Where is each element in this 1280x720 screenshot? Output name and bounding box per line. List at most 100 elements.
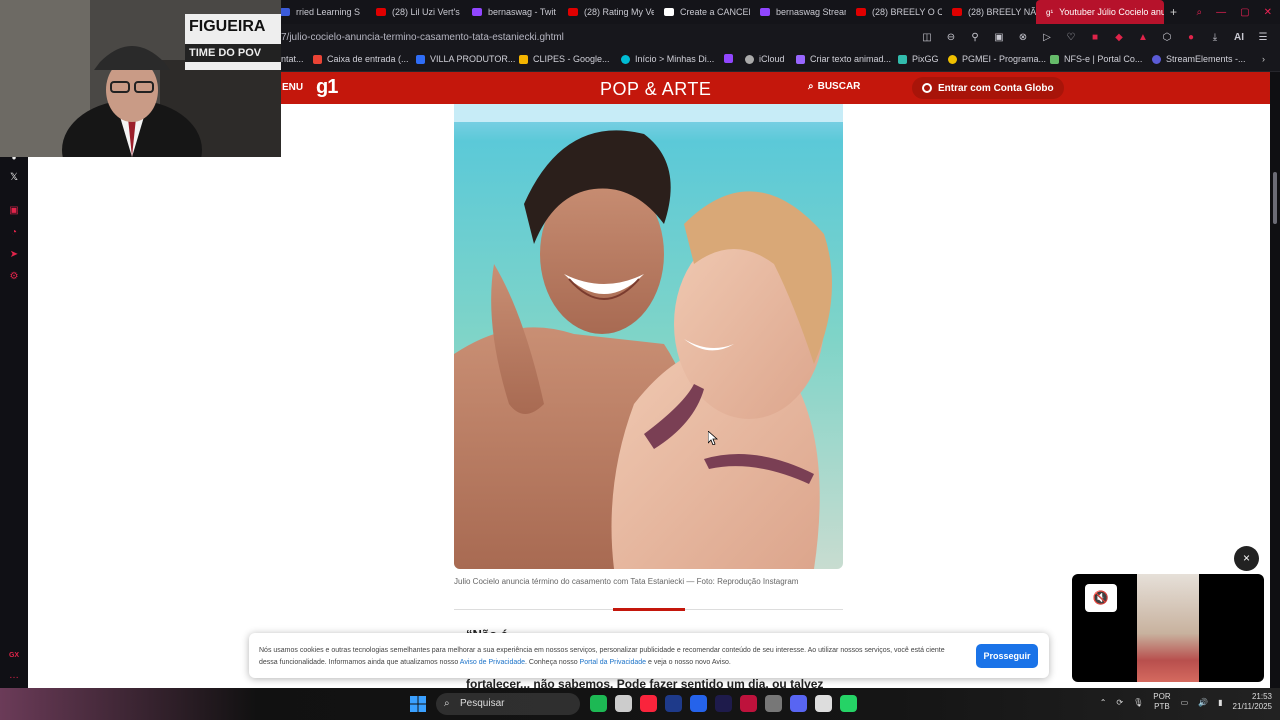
bookmark-0[interactable]: ntat... bbox=[281, 54, 304, 64]
bookmark-icloud[interactable]: iCloud bbox=[745, 54, 785, 64]
tab-favicon-icon bbox=[664, 8, 674, 16]
download-icon[interactable]: ⤓ bbox=[1208, 32, 1222, 43]
tab-4[interactable]: Create a CANCEL bbox=[654, 0, 750, 24]
tab-6[interactable]: (28) BREELY O CA bbox=[846, 0, 942, 24]
browser-sidebar: ● 𝕏 ▣ ◔ ➤ ⚙ GX … bbox=[0, 72, 28, 688]
mouse-cursor-icon bbox=[708, 431, 718, 445]
history-icon[interactable]: ◔ bbox=[8, 227, 20, 239]
steam-icon[interactable] bbox=[765, 695, 782, 712]
split-view-icon[interactable]: ◫ bbox=[920, 32, 934, 43]
obs-icon[interactable] bbox=[815, 695, 832, 712]
more-icon[interactable]: … bbox=[8, 670, 20, 682]
bookmark-inicio[interactable]: Início > Minhas Di... bbox=[621, 54, 714, 64]
sync-icon[interactable]: ⟳ bbox=[1116, 698, 1123, 707]
system-tray: ⌃ ⟳ 🎙 POR PTB ▭ 🔊 ▮ 21:53 21/11/2025 bbox=[1100, 692, 1272, 712]
pin-icon[interactable]: ⚲ bbox=[968, 32, 982, 43]
send-icon[interactable]: ▷ bbox=[1040, 32, 1054, 43]
display-icon[interactable]: ▭ bbox=[1181, 698, 1189, 707]
search-button[interactable]: ⌕ BUSCAR bbox=[808, 81, 860, 92]
clock[interactable]: 21:53 21/11/2025 bbox=[1233, 692, 1272, 712]
search-icon: ⌕ bbox=[808, 81, 814, 92]
g1-logo[interactable]: g1 bbox=[316, 76, 338, 99]
cookie-text: Nós usamos cookies e outras tecnologias … bbox=[259, 647, 945, 666]
login-button[interactable]: Entrar com Conta Globo bbox=[912, 77, 1064, 99]
page-scrollbar[interactable] bbox=[1270, 72, 1280, 688]
bookmark-pixgg[interactable]: PixGG bbox=[898, 54, 939, 64]
bookmark-drive[interactable]: CLIPES - Google... bbox=[519, 54, 610, 64]
zoom-icon[interactable]: ⊖ bbox=[944, 32, 958, 43]
spotify-icon[interactable] bbox=[590, 695, 607, 712]
mini-video-player[interactable]: 🔇 bbox=[1072, 574, 1264, 682]
whatsapp-icon[interactable] bbox=[840, 695, 857, 712]
tab-label: rried Learning S bbox=[296, 7, 361, 17]
bookmark-pgmei[interactable]: PGMEI - Programa... bbox=[948, 54, 1046, 64]
privacy-notice-link[interactable]: Aviso de Privacidade bbox=[460, 659, 525, 666]
menu-button[interactable]: ENU bbox=[282, 82, 303, 93]
tab-favicon-icon bbox=[568, 8, 578, 16]
messenger-icon[interactable] bbox=[665, 695, 682, 712]
send-icon[interactable]: ➤ bbox=[8, 249, 20, 261]
bookmark-trello[interactable]: VILLA PRODUTOR... bbox=[416, 54, 515, 64]
menu-icon[interactable]: ☰ bbox=[1256, 32, 1270, 43]
bookmarks-more-icon[interactable]: › bbox=[1262, 54, 1265, 64]
tab-5[interactable]: bernaswag Strean bbox=[750, 0, 846, 24]
privacy-portal-link[interactable]: Portal da Privacidade bbox=[580, 659, 647, 666]
music-icon[interactable] bbox=[640, 695, 657, 712]
files-icon[interactable] bbox=[615, 695, 632, 712]
new-tab-button[interactable]: + bbox=[1164, 5, 1183, 19]
opera-icon[interactable] bbox=[740, 695, 757, 712]
prosseguir-button[interactable]: Prosseguir bbox=[976, 644, 1038, 668]
icloud-icon bbox=[745, 54, 754, 64]
close-icon[interactable]: ✕ bbox=[1264, 7, 1272, 18]
chevron-up-icon[interactable]: ⌃ bbox=[1100, 698, 1107, 707]
bookmark-streamelements[interactable]: StreamElements -... bbox=[1152, 54, 1246, 64]
mic-icon[interactable]: 🎙 bbox=[1133, 698, 1143, 707]
snapshot-icon[interactable]: ▣ bbox=[992, 32, 1006, 43]
mute-icon[interactable]: 🔇 bbox=[1085, 584, 1117, 612]
tab-active[interactable]: g¹ Youtuber Júlio Cocielo anu bbox=[1036, 0, 1164, 24]
vpn-icon[interactable]: ⊗ bbox=[1016, 32, 1030, 43]
bookmark-criar-texto[interactable]: Criar texto animad... bbox=[796, 54, 891, 64]
tab-7[interactable]: (28) BREELY NÃO bbox=[942, 0, 1038, 24]
gx-icon[interactable]: GX bbox=[8, 650, 20, 662]
stop-icon[interactable]: ▣ bbox=[8, 205, 20, 217]
tab-0[interactable]: rried Learning S bbox=[270, 0, 366, 24]
minimize-icon[interactable]: — bbox=[1216, 7, 1226, 18]
tab-1[interactable]: (28) Lil Uzi Vert's bbox=[366, 0, 462, 24]
browser-icon[interactable] bbox=[690, 695, 707, 712]
user-icon bbox=[922, 83, 932, 93]
close-player-button[interactable]: × bbox=[1234, 546, 1259, 571]
tab-3[interactable]: (28) Rating My Ve bbox=[558, 0, 654, 24]
taskbar-search[interactable]: ⌕ Pesquisar bbox=[436, 693, 580, 715]
tab-favicon-icon bbox=[280, 8, 290, 16]
windows-start-icon[interactable] bbox=[410, 696, 426, 712]
maximize-icon[interactable]: ▢ bbox=[1240, 7, 1249, 18]
ai-icon[interactable]: AI bbox=[1232, 32, 1246, 43]
battery-icon[interactable]: ▮ bbox=[1218, 698, 1222, 707]
url-field[interactable]: 7/julio-cocielo-anuncia-termino-casament… bbox=[281, 32, 564, 43]
settings-icon[interactable]: ⚙ bbox=[8, 271, 20, 283]
article-paragraph: fortalecer... não sabemos. Pode fazer se… bbox=[466, 677, 824, 688]
bookmark-twitch[interactable] bbox=[724, 54, 733, 63]
extension-icon[interactable]: ◆ bbox=[1112, 32, 1126, 43]
shield-icon[interactable]: ■ bbox=[1088, 32, 1102, 43]
language-indicator[interactable]: POR PTB bbox=[1153, 692, 1170, 712]
puzzle-icon[interactable]: ⬡ bbox=[1160, 32, 1174, 43]
tab-2[interactable]: bernaswag - Twit bbox=[462, 0, 558, 24]
x-twitter-icon[interactable]: 𝕏 bbox=[8, 172, 20, 184]
heart-icon[interactable]: ♡ bbox=[1064, 32, 1078, 43]
section-title[interactable]: POP & ARTE bbox=[600, 79, 711, 100]
trello-icon bbox=[416, 54, 425, 64]
tab-favicon-icon bbox=[760, 8, 770, 16]
premiere-icon[interactable] bbox=[715, 695, 732, 712]
search-tabs-icon[interactable]: ⌕ bbox=[1197, 7, 1203, 18]
extension2-icon[interactable]: ▲ bbox=[1136, 32, 1150, 43]
volume-icon[interactable]: 🔊 bbox=[1198, 698, 1208, 707]
article-photo[interactable] bbox=[454, 104, 843, 569]
profile-icon[interactable]: ● bbox=[1184, 32, 1198, 43]
star-icon bbox=[796, 54, 805, 64]
discord-icon[interactable] bbox=[790, 695, 807, 712]
scrollbar-thumb[interactable] bbox=[1273, 172, 1277, 224]
bookmark-nfse[interactable]: NFS-e | Portal Co... bbox=[1050, 54, 1142, 64]
bookmark-gmail[interactable]: Caixa de entrada (... bbox=[313, 54, 409, 64]
